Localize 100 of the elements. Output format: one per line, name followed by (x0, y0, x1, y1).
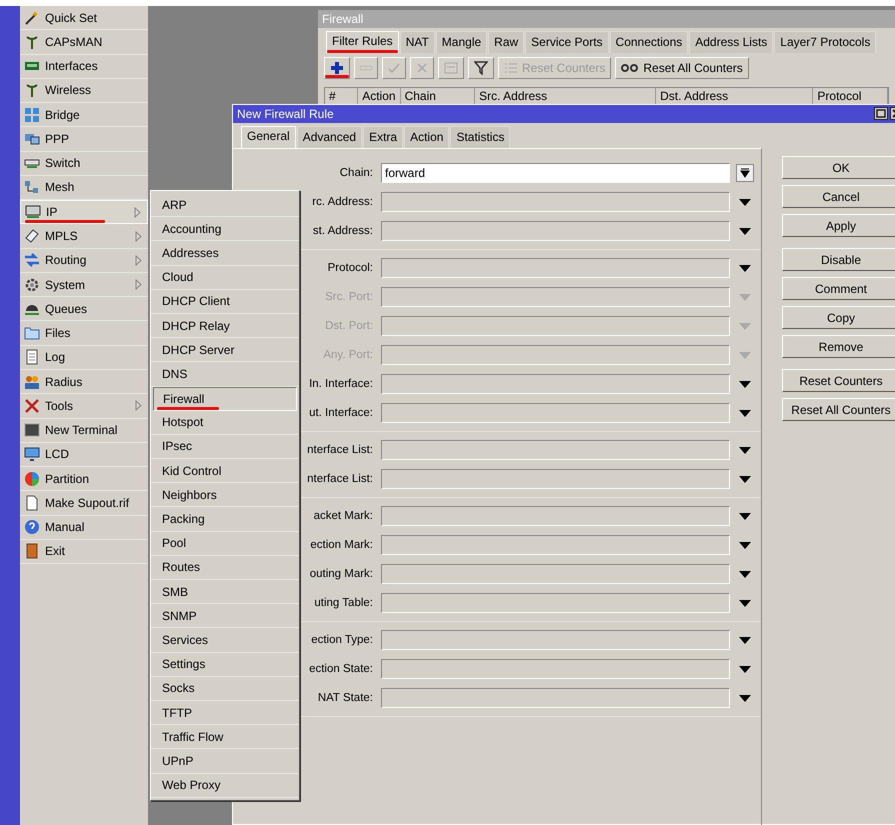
dropdown-arrow-icon[interactable] (739, 542, 751, 548)
submenu-item[interactable]: Accounting (151, 217, 299, 242)
select-field[interactable] (381, 688, 730, 708)
submenu-item[interactable]: Settings (151, 652, 299, 677)
dropdown-arrow-icon[interactable] (739, 264, 751, 272)
submenu-item[interactable]: IPsec (151, 434, 299, 460)
select-field[interactable] (381, 192, 730, 212)
submenu-item[interactable]: Traffic Flow (151, 725, 299, 750)
input-field[interactable]: forward (381, 162, 730, 182)
submenu-item[interactable]: DHCP Relay (151, 314, 299, 338)
tab[interactable]: Service Ports (525, 31, 609, 53)
toolbar-button[interactable] (468, 57, 494, 79)
submenu-item[interactable]: Services (151, 628, 299, 653)
submenu-item[interactable]: Firewall (153, 386, 297, 411)
select-field[interactable] (381, 220, 730, 240)
tab[interactable]: Filter Rules (326, 31, 399, 53)
toolbar-button[interactable]: Reset All Counters (615, 57, 749, 79)
select-field[interactable] (381, 258, 730, 278)
select-field[interactable] (381, 468, 730, 488)
menu-item[interactable]: Log (20, 346, 148, 370)
tab[interactable]: Mangle (436, 31, 488, 53)
maximize-icon[interactable] (874, 107, 888, 120)
dialog-button[interactable]: Comment (782, 277, 895, 300)
select-field[interactable] (381, 316, 730, 336)
dropdown-arrow-icon[interactable] (739, 570, 751, 578)
menu-item[interactable]: Bridge (20, 103, 148, 128)
select-field[interactable] (381, 506, 730, 526)
select-field[interactable] (381, 286, 730, 306)
dialog-button[interactable]: Reset All Counters (782, 398, 895, 421)
menu-item[interactable]: LCD (20, 442, 148, 468)
select-field[interactable] (381, 440, 730, 460)
submenu-item[interactable]: SMB (151, 580, 299, 604)
submenu-item[interactable]: DNS (151, 362, 299, 386)
menu-item[interactable]: PPP (20, 127, 148, 152)
menu-item[interactable]: Radius (20, 370, 148, 394)
tab[interactable]: Advanced (296, 126, 362, 148)
menu-item[interactable]: MPLS (20, 224, 148, 249)
submenu-item[interactable]: Pool (151, 532, 299, 556)
dialog-button[interactable]: OK (782, 156, 895, 179)
select-field[interactable] (381, 402, 730, 422)
dropdown-arrow-icon[interactable] (739, 198, 751, 206)
menu-item[interactable]: Tools (20, 394, 148, 419)
menu-item[interactable]: Exit (20, 540, 148, 564)
tab[interactable]: Connections (610, 31, 688, 53)
dropdown-arrow-icon[interactable] (739, 446, 751, 454)
dialog-button[interactable]: Reset Counters (782, 369, 895, 392)
dialog-button[interactable]: Apply (782, 214, 895, 237)
dropdown-arrow-icon[interactable] (739, 512, 751, 520)
select-field[interactable] (381, 344, 730, 364)
dropdown-button[interactable] (736, 164, 754, 182)
dropdown-arrow-icon[interactable] (739, 694, 751, 702)
tab[interactable]: Raw (488, 31, 524, 53)
submenu-item[interactable]: Web Proxy (151, 774, 299, 798)
menu-item[interactable]: Partition (20, 467, 148, 492)
select-field[interactable] (381, 374, 730, 394)
submenu-item[interactable]: Cloud (151, 266, 299, 290)
toolbar-button[interactable] (324, 57, 350, 79)
select-field[interactable] (381, 564, 730, 584)
submenu-item[interactable]: Neighbors (151, 483, 299, 508)
menu-item[interactable]: Make Supout.rif (20, 491, 148, 516)
tab[interactable]: NAT (400, 31, 435, 53)
dropdown-arrow-icon[interactable] (739, 410, 751, 416)
submenu-item[interactable]: TFTP (151, 700, 299, 726)
dropdown-arrow-icon[interactable] (739, 636, 751, 644)
submenu-item[interactable]: ARP (151, 193, 299, 218)
dropdown-arrow-icon[interactable] (739, 380, 751, 388)
submenu-item[interactable]: DHCP Client (151, 290, 299, 314)
submenu-item[interactable]: DHCP Server (151, 338, 299, 362)
dialog-button[interactable]: Disable (782, 248, 895, 271)
dialog-button[interactable]: Copy (782, 306, 895, 329)
tab[interactable]: General (241, 126, 296, 148)
submenu-item[interactable]: Hotspot (151, 410, 299, 435)
menu-item[interactable]: Interfaces (20, 54, 148, 79)
menu-item[interactable]: IP (20, 200, 148, 224)
menu-item[interactable]: Manual (20, 516, 148, 540)
submenu-item[interactable]: Kid Control (151, 459, 299, 484)
submenu-item[interactable]: Addresses (151, 241, 299, 266)
menu-item[interactable]: Switch (20, 152, 148, 176)
tab[interactable]: Address Lists (689, 31, 774, 53)
submenu-item[interactable]: SNMP (151, 604, 299, 628)
tab[interactable]: Statistics (450, 126, 510, 148)
submenu-item[interactable]: Socks (151, 676, 299, 701)
menu-item[interactable]: New Terminal (20, 418, 148, 443)
select-field[interactable] (381, 534, 730, 554)
tab[interactable]: Action (404, 126, 450, 148)
dropdown-arrow-icon[interactable] (739, 228, 751, 234)
menu-item[interactable]: Files (20, 321, 148, 346)
submenu-item[interactable]: UPnP (151, 749, 299, 774)
select-field[interactable] (381, 630, 730, 650)
tab[interactable]: Layer7 Protocols (774, 31, 876, 53)
dropdown-arrow-icon[interactable] (739, 600, 751, 606)
submenu-item[interactable]: Packing (151, 507, 299, 532)
select-field[interactable] (381, 658, 730, 678)
dialog-button[interactable]: Cancel (782, 185, 895, 208)
tab[interactable]: Extra (363, 126, 404, 148)
dialog-button[interactable]: Remove (782, 335, 895, 358)
dropdown-arrow-icon[interactable] (739, 666, 751, 672)
dropdown-arrow-icon[interactable] (739, 476, 751, 482)
select-field[interactable] (381, 592, 730, 612)
submenu-item[interactable]: Routes (151, 556, 299, 580)
